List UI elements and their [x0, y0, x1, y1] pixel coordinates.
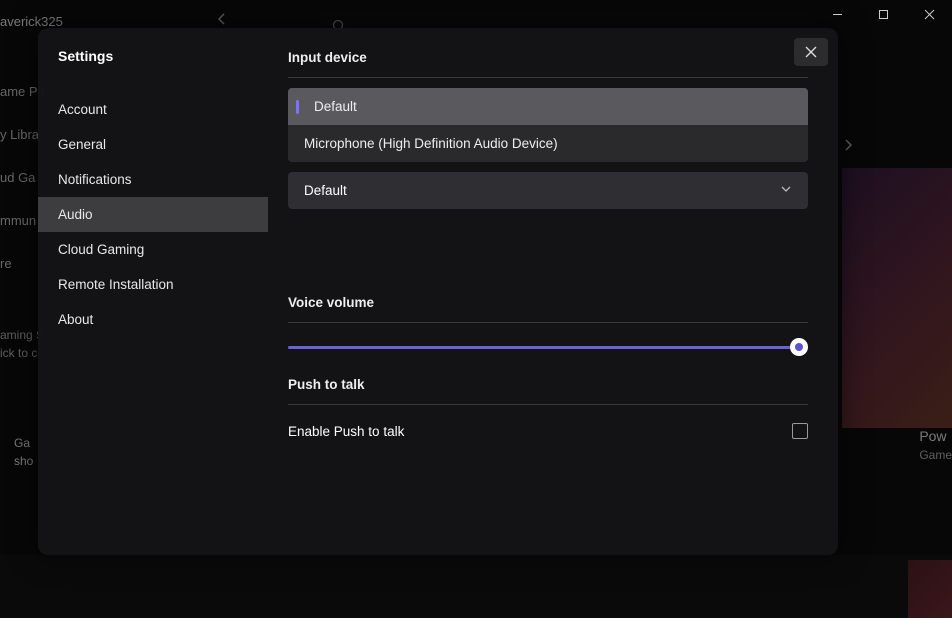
input-option-default[interactable]: Default [288, 88, 808, 125]
window-controls [814, 0, 952, 28]
sidebar-item-remote-install[interactable]: Remote Installation [38, 267, 268, 302]
minimize-button[interactable] [814, 0, 860, 28]
voice-volume-label: Voice volume [288, 295, 808, 310]
sidebar-item-about[interactable]: About [38, 302, 268, 337]
sidebar-item-notifications[interactable]: Notifications [38, 162, 268, 197]
close-window-button[interactable] [906, 0, 952, 28]
input-device-label: Input device [288, 50, 808, 65]
slider-thumb[interactable] [790, 338, 808, 356]
settings-modal: Settings Account General Notifications A… [38, 28, 838, 555]
divider [288, 77, 808, 78]
settings-sidebar: Settings Account General Notifications A… [38, 28, 268, 555]
sidebar-item-account[interactable]: Account [38, 92, 268, 127]
enable-ptt-row: Enable Push to talk [288, 415, 808, 447]
close-modal-button[interactable] [794, 38, 828, 66]
divider [288, 404, 808, 405]
input-option-microphone[interactable]: Microphone (High Definition Audio Device… [288, 125, 808, 162]
settings-content: Input device Default Microphone (High De… [268, 28, 838, 555]
sidebar-item-general[interactable]: General [38, 127, 268, 162]
option-label: Microphone (High Definition Audio Device… [304, 136, 792, 151]
input-device-options: Default Microphone (High Definition Audi… [288, 88, 808, 162]
divider [288, 322, 808, 323]
voice-volume-slider[interactable] [288, 337, 808, 357]
bg-thumb [908, 560, 952, 618]
option-label: Default [314, 99, 792, 114]
chevron-down-icon [780, 183, 792, 198]
enable-ptt-checkbox[interactable] [792, 423, 808, 439]
slider-track [288, 346, 808, 349]
bg-right-card: Pow Game [919, 428, 952, 462]
push-to-talk-label: Push to talk [288, 377, 808, 392]
maximize-button[interactable] [860, 0, 906, 28]
sidebar-item-audio[interactable]: Audio [38, 197, 268, 232]
settings-title: Settings [38, 44, 268, 92]
chevron-right-icon [844, 138, 854, 157]
dropdown-value: Default [304, 183, 347, 198]
output-device-dropdown[interactable]: Default [288, 172, 808, 209]
enable-ptt-label: Enable Push to talk [288, 424, 404, 439]
selection-indicator [296, 100, 299, 114]
sidebar-item-cloud-gaming[interactable]: Cloud Gaming [38, 232, 268, 267]
bg-username: averick325 [0, 0, 190, 29]
